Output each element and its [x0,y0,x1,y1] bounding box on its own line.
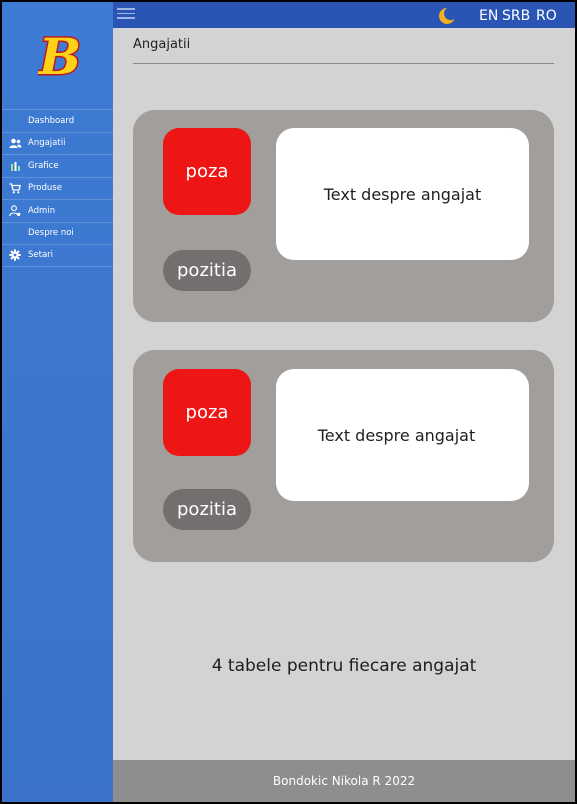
sidebar-item-label: Grafice [28,160,59,171]
lang-srb-button[interactable]: SRB [502,8,530,24]
logo-letter: B [38,28,81,82]
employee-photo: poza [163,128,251,215]
employee-photo: poza [163,369,251,456]
employee-card: poza pozitia Text despre angajat [133,350,554,562]
employee-card: poza pozitia Text despre angajat [133,110,554,322]
brand-logo[interactable]: B [38,28,82,82]
sidebar-item-setari[interactable]: Setari [2,244,113,267]
sidebar-item-despre-noi[interactable]: Despre noi [2,221,113,245]
lang-ro-button[interactable]: RO [536,8,557,24]
sidebar-item-label: Produse [28,183,62,194]
sidebar-item-label: Setari [28,250,54,261]
sidebar: B Dashboard Angajatii Grafice Produse Ad… [2,2,113,802]
sidebar-item-label: Dashboard [28,115,75,126]
bar-chart-icon [8,160,22,172]
blank-icon [8,115,22,127]
tables-note: 4 tabele pentru fiecare angajat [211,656,477,676]
menu-toggle-icon[interactable] [117,8,135,20]
cart-icon [8,182,22,194]
employee-description: Text despre angajat [276,128,529,260]
users-icon [8,137,22,149]
sidebar-item-grafice[interactable]: Grafice [2,154,113,177]
title-divider [133,63,554,64]
sidebar-item-label: Admin [28,205,56,216]
sidebar-item-label: Despre noi [28,228,74,239]
lang-en-button[interactable]: EN [479,8,498,24]
employee-position: pozitia [163,489,251,530]
moon-icon[interactable] [436,6,456,26]
employee-position: pozitia [163,250,251,291]
sidebar-item-admin[interactable]: Admin [2,199,113,222]
gear-icon [8,249,22,261]
sidebar-item-dashboard[interactable]: Dashboard [2,109,113,132]
app-frame: B Dashboard Angajatii Grafice Produse Ad… [2,2,575,802]
sidebar-nav: Dashboard Angajatii Grafice Produse Admi… [2,109,113,267]
footer-text: Bondokic Nikola R 2022 [272,774,416,788]
blank-icon [8,227,22,239]
employee-description: Text despre angajat [276,369,529,501]
sidebar-item-produse[interactable]: Produse [2,176,113,200]
admin-icon [8,204,22,217]
sidebar-item-label: Angajatii [28,138,66,149]
sidebar-item-angajatii[interactable]: Angajatii [2,131,113,155]
footer: Bondokic Nikola R 2022 [113,760,575,802]
page-title: Angajatii [133,37,191,52]
top-bar: EN SRB RO [113,2,575,28]
